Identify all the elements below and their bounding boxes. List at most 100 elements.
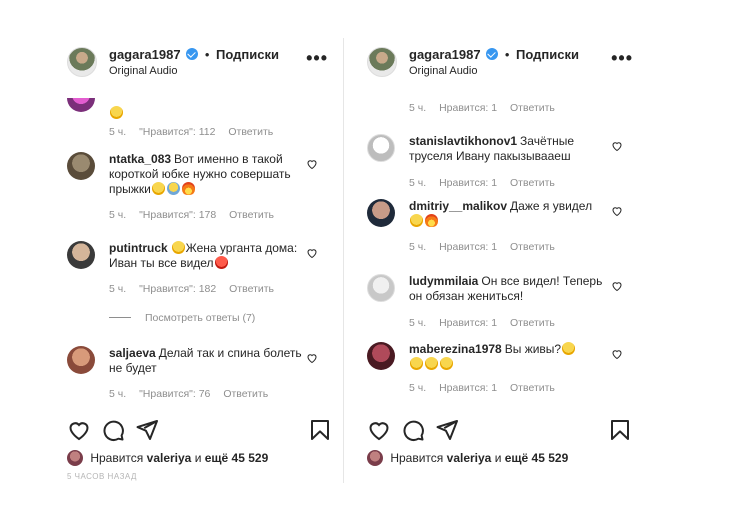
share-icon[interactable] bbox=[435, 418, 459, 442]
emoji-icon bbox=[425, 357, 438, 370]
likes-prefix: Нравится bbox=[390, 451, 444, 465]
commenter-avatar[interactable] bbox=[367, 199, 395, 227]
likes-count[interactable]: ещё 45 529 bbox=[505, 451, 569, 465]
comment-likes[interactable]: Нравится: 1 bbox=[439, 382, 497, 394]
reply-button[interactable]: Ответить bbox=[229, 209, 274, 221]
comment-likes[interactable]: "Нравится": 178 bbox=[139, 209, 216, 221]
comment-username[interactable]: ludymmilaia bbox=[409, 274, 478, 288]
following-button[interactable]: Подписки bbox=[216, 47, 279, 62]
comment-text: Даже я увидел bbox=[510, 199, 593, 213]
likes-summary[interactable]: Нравится valeriya и ещё 45 529 bbox=[67, 450, 268, 466]
likes-prefix: Нравится bbox=[90, 451, 144, 465]
more-options-icon[interactable]: ••• bbox=[306, 48, 328, 69]
likes-conjunction: и bbox=[194, 451, 202, 465]
comment-time: 5 ч. bbox=[109, 283, 127, 295]
comment-icon[interactable] bbox=[401, 418, 425, 442]
comment-heart-icon[interactable] bbox=[306, 247, 318, 259]
comment-likes[interactable]: "Нравится": 76 bbox=[139, 388, 210, 400]
comment-heart-icon[interactable] bbox=[306, 352, 318, 364]
comment-heart-icon[interactable] bbox=[611, 140, 623, 152]
comment-likes[interactable]: "Нравится": 182 bbox=[139, 283, 216, 295]
panel-divider bbox=[343, 38, 344, 483]
comment-likes[interactable]: Нравится: 1 bbox=[439, 317, 497, 329]
comment-time: 5 ч. bbox=[409, 382, 427, 394]
reply-button[interactable]: Ответить bbox=[510, 241, 555, 253]
reply-button[interactable]: Ответить bbox=[510, 102, 555, 114]
comment-likes[interactable]: "Нравится": 112 bbox=[139, 126, 215, 138]
post-actions bbox=[57, 418, 342, 448]
commenter-avatar[interactable] bbox=[67, 241, 95, 269]
view-replies-label[interactable]: Посмотреть ответы (7) bbox=[145, 312, 255, 324]
emoji-icon bbox=[440, 357, 453, 370]
heart-icon[interactable] bbox=[67, 418, 91, 442]
post-panel-left: gagara1987 • Подписки Original Audio •••… bbox=[57, 38, 342, 483]
comment-heart-icon[interactable] bbox=[611, 348, 623, 360]
comment-username[interactable]: saljaeva bbox=[109, 346, 156, 360]
commenter-avatar[interactable] bbox=[67, 346, 95, 374]
author-username[interactable]: gagara1987 bbox=[109, 47, 181, 62]
bookmark-icon[interactable] bbox=[308, 418, 332, 442]
comment-heart-icon[interactable] bbox=[306, 158, 318, 170]
view-replies-button[interactable]: Посмотреть ответы (7) bbox=[109, 312, 255, 324]
author-username[interactable]: gagara1987 bbox=[409, 47, 481, 62]
following-button[interactable]: Подписки bbox=[516, 47, 579, 62]
commenter-avatar[interactable] bbox=[367, 134, 395, 162]
likes-count[interactable]: ещё 45 529 bbox=[205, 451, 269, 465]
header-separator: • bbox=[504, 47, 510, 62]
author-avatar[interactable] bbox=[367, 47, 397, 77]
comment-meta: 5 ч. Нравится: 1 Ответить bbox=[409, 102, 565, 114]
comment-time: 5 ч. bbox=[409, 102, 427, 114]
reply-button[interactable]: Ответить bbox=[229, 283, 274, 295]
fire-emoji-icon bbox=[425, 214, 438, 227]
liker-username[interactable]: valeriya bbox=[147, 451, 192, 465]
commenter-avatar[interactable] bbox=[67, 98, 95, 112]
reply-button[interactable]: Ответить bbox=[510, 382, 555, 394]
emoji-icon bbox=[410, 214, 423, 227]
liker-username[interactable]: valeriya bbox=[447, 451, 492, 465]
verified-badge-icon bbox=[186, 48, 199, 60]
post-panel-right: gagara1987 • Подписки Original Audio •••… bbox=[357, 38, 647, 483]
comment-likes[interactable]: Нравится: 1 bbox=[439, 177, 497, 189]
share-icon[interactable] bbox=[135, 418, 159, 442]
emoji-icon bbox=[151, 182, 165, 195]
bookmark-icon[interactable] bbox=[608, 418, 632, 442]
comment-username[interactable]: dmitriy__malikov bbox=[409, 199, 507, 213]
comment-likes[interactable]: Нравится: 1 bbox=[439, 102, 497, 114]
comment-text: Вы живы? bbox=[504, 342, 562, 356]
comment-list[interactable]: 5 ч. "Нравится": 112 Ответить ntatka_083… bbox=[57, 98, 342, 408]
comment-heart-icon[interactable] bbox=[611, 280, 623, 292]
reply-button[interactable]: Ответить bbox=[228, 126, 273, 138]
commenter-avatar[interactable] bbox=[367, 274, 395, 302]
comment-time: 5 ч. bbox=[109, 388, 127, 400]
comment-username[interactable]: stanislavtikhonov1 bbox=[409, 134, 517, 148]
comment-icon[interactable] bbox=[101, 418, 125, 442]
emoji-icon bbox=[171, 241, 185, 254]
reply-button[interactable]: Ответить bbox=[510, 317, 555, 329]
likes-conjunction: и bbox=[494, 451, 502, 465]
comment-username[interactable]: putintruck bbox=[109, 241, 168, 255]
angry-emoji-icon bbox=[214, 256, 228, 269]
comment-username[interactable]: ntatka_083 bbox=[109, 152, 171, 166]
more-options-icon[interactable]: ••• bbox=[611, 48, 633, 69]
verified-badge-icon bbox=[486, 48, 499, 60]
post-time: 5 ЧАСОВ НАЗАД bbox=[67, 472, 137, 481]
emoji-icon bbox=[410, 357, 423, 370]
author-avatar[interactable] bbox=[67, 47, 97, 77]
reply-button[interactable]: Ответить bbox=[510, 177, 555, 189]
comment-heart-icon[interactable] bbox=[611, 205, 623, 217]
emoji-icon bbox=[166, 182, 180, 195]
heart-icon[interactable] bbox=[367, 418, 391, 442]
comment-time: 5 ч. bbox=[409, 317, 427, 329]
comment-username[interactable]: maberezina1978 bbox=[409, 342, 502, 356]
commenter-avatar[interactable] bbox=[67, 152, 95, 180]
post-header: gagara1987 • Подписки Original Audio ••• bbox=[57, 38, 342, 98]
commenter-avatar[interactable] bbox=[367, 342, 395, 370]
likes-summary[interactable]: Нравится valeriya и ещё 45 529 bbox=[367, 450, 568, 466]
header-separator: • bbox=[204, 47, 210, 62]
audio-link[interactable]: Original Audio bbox=[409, 65, 478, 77]
comment-likes[interactable]: Нравится: 1 bbox=[439, 241, 497, 253]
comment-time: 5 ч. bbox=[409, 177, 427, 189]
audio-link[interactable]: Original Audio bbox=[109, 65, 178, 77]
reply-button[interactable]: Ответить bbox=[223, 388, 268, 400]
comment-list[interactable]: 5 ч. Нравится: 1 Ответить stanislavtikho… bbox=[357, 98, 647, 408]
